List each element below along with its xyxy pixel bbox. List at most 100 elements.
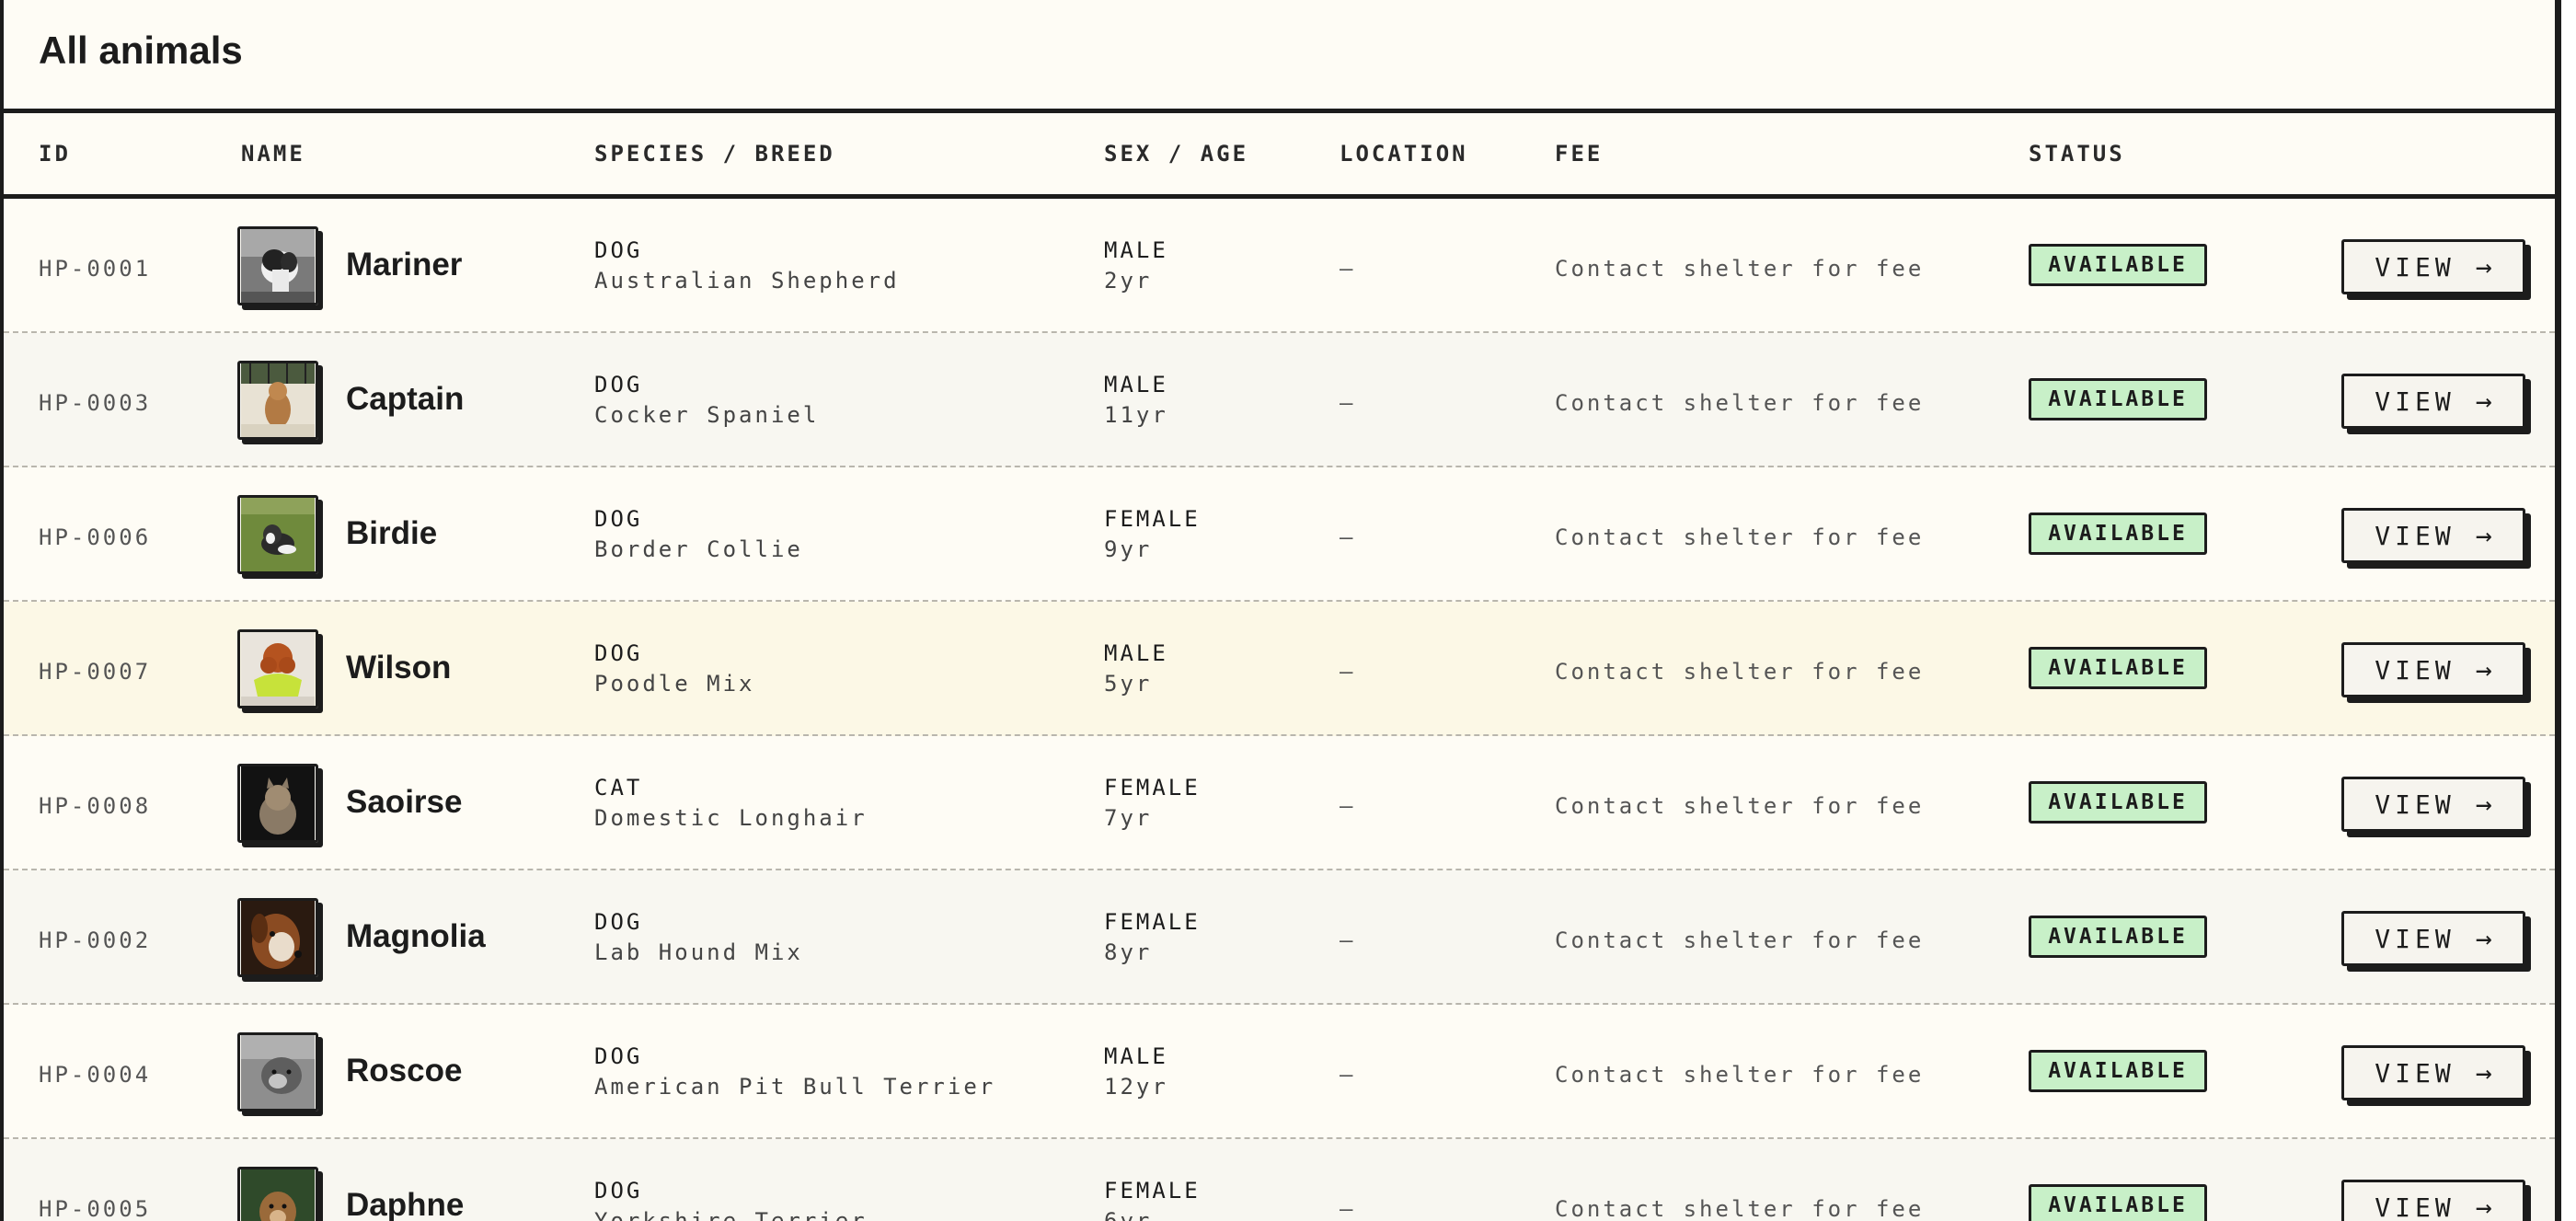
species-breed: DOG Border Collie bbox=[594, 504, 803, 565]
status-badge: AVAILABLE bbox=[2029, 244, 2207, 286]
breed: Australian Shepherd bbox=[594, 268, 900, 294]
animal-photo[interactable] bbox=[237, 629, 318, 708]
view-button-label: VIEW bbox=[2375, 789, 2455, 820]
view-button[interactable]: VIEW → bbox=[2341, 642, 2525, 697]
animal-photo[interactable] bbox=[237, 764, 318, 843]
animal-name[interactable]: Daphne bbox=[346, 1139, 464, 1221]
age: 6yr bbox=[1104, 1208, 1153, 1221]
breed: American Pit Bull Terrier bbox=[594, 1074, 996, 1100]
sex-age: MALE 2yr bbox=[1104, 236, 1168, 296]
status-badge: AVAILABLE bbox=[2029, 1050, 2207, 1092]
view-button-label: VIEW bbox=[2375, 923, 2455, 954]
animal-id: HP-0005 bbox=[39, 1196, 152, 1221]
arrow-right-icon: → bbox=[2475, 1191, 2492, 1221]
table-row[interactable]: HP-0003 Captain DOG Cocker Spaniel MALE … bbox=[4, 333, 2555, 467]
location: – bbox=[1340, 793, 1353, 819]
column-header-species: SPECIES / BREED bbox=[594, 141, 835, 167]
sex: MALE bbox=[1104, 372, 1168, 397]
column-header-name: NAME bbox=[241, 141, 305, 167]
age: 9yr bbox=[1104, 536, 1153, 562]
animal-photo[interactable] bbox=[237, 361, 318, 440]
sex: MALE bbox=[1104, 1043, 1168, 1069]
animal-photo[interactable] bbox=[237, 1032, 318, 1112]
breed: Yorkshire Terrier bbox=[594, 1208, 868, 1221]
animal-id: HP-0001 bbox=[39, 256, 152, 282]
view-button-label: VIEW bbox=[2375, 251, 2455, 282]
table-row[interactable]: HP-0001 Mariner DOG Australian Shepherd … bbox=[4, 199, 2555, 333]
animal-name[interactable]: Roscoe bbox=[346, 1005, 462, 1137]
animal-id: HP-0002 bbox=[39, 927, 152, 953]
view-button-label: VIEW bbox=[2375, 654, 2455, 685]
sex-age: MALE 12yr bbox=[1104, 1042, 1168, 1102]
page-title: All animals bbox=[39, 29, 243, 72]
view-button[interactable]: VIEW → bbox=[2341, 777, 2525, 832]
animal-photo[interactable] bbox=[237, 226, 318, 305]
species-breed: CAT Domestic Longhair bbox=[594, 773, 868, 834]
view-button[interactable]: VIEW → bbox=[2341, 1180, 2525, 1221]
animal-photo[interactable] bbox=[237, 1167, 318, 1221]
location: – bbox=[1340, 256, 1353, 282]
animal-id: HP-0008 bbox=[39, 793, 152, 819]
view-button[interactable]: VIEW → bbox=[2341, 1045, 2525, 1100]
location: – bbox=[1340, 1062, 1353, 1088]
sex: MALE bbox=[1104, 237, 1168, 263]
animal-name[interactable]: Captain bbox=[346, 333, 464, 466]
view-button-label: VIEW bbox=[2375, 1192, 2455, 1221]
view-button[interactable]: VIEW → bbox=[2341, 508, 2525, 563]
arrow-right-icon: → bbox=[2475, 1056, 2492, 1089]
sex-age: FEMALE 9yr bbox=[1104, 504, 1201, 565]
species-breed: DOG Australian Shepherd bbox=[594, 236, 900, 296]
species-breed: DOG Cocker Spaniel bbox=[594, 370, 819, 431]
view-button-label: VIEW bbox=[2375, 520, 2455, 551]
arrow-right-icon: → bbox=[2475, 519, 2492, 552]
fee: Contact shelter for fee bbox=[1555, 1062, 1925, 1088]
view-button[interactable]: VIEW → bbox=[2341, 374, 2525, 429]
location: – bbox=[1340, 659, 1353, 685]
species-breed: DOG American Pit Bull Terrier bbox=[594, 1042, 995, 1102]
animal-name[interactable]: Magnolia bbox=[346, 870, 486, 1003]
table-row[interactable]: HP-0008 Saoirse CAT Domestic Longhair FE… bbox=[4, 736, 2555, 870]
location: – bbox=[1340, 927, 1353, 953]
sex: FEMALE bbox=[1104, 506, 1201, 532]
panel-header: All animals bbox=[4, 0, 2555, 113]
arrow-right-icon: → bbox=[2475, 653, 2492, 686]
sex-age: FEMALE 6yr bbox=[1104, 1176, 1201, 1221]
animal-photo[interactable] bbox=[237, 898, 318, 977]
status-badge: AVAILABLE bbox=[2029, 378, 2207, 420]
animal-photo[interactable] bbox=[237, 495, 318, 574]
breed: Domestic Longhair bbox=[594, 805, 868, 831]
arrow-right-icon: → bbox=[2475, 385, 2492, 418]
sex-age: FEMALE 7yr bbox=[1104, 773, 1201, 834]
animal-name[interactable]: Birdie bbox=[346, 467, 437, 600]
age: 12yr bbox=[1104, 1074, 1168, 1100]
age: 11yr bbox=[1104, 402, 1168, 428]
arrow-right-icon: → bbox=[2475, 250, 2492, 283]
table-header: ID NAME SPECIES / BREED SEX / AGE LOCATI… bbox=[4, 113, 2555, 199]
animal-name[interactable]: Saoirse bbox=[346, 736, 462, 869]
fee: Contact shelter for fee bbox=[1555, 524, 1925, 550]
view-button[interactable]: VIEW → bbox=[2341, 239, 2525, 294]
breed: Poodle Mix bbox=[594, 671, 755, 697]
sex-age: MALE 11yr bbox=[1104, 370, 1168, 431]
animal-name[interactable]: Wilson bbox=[346, 602, 451, 734]
view-button-label: VIEW bbox=[2375, 386, 2455, 417]
age: 8yr bbox=[1104, 939, 1153, 965]
animal-name[interactable]: Mariner bbox=[346, 199, 462, 331]
arrow-right-icon: → bbox=[2475, 788, 2492, 821]
table-row[interactable]: HP-0006 Birdie DOG Border Collie FEMALE … bbox=[4, 467, 2555, 602]
view-button[interactable]: VIEW → bbox=[2341, 911, 2525, 966]
column-header-sex-age: SEX / AGE bbox=[1104, 141, 1249, 167]
sex-age: FEMALE 8yr bbox=[1104, 907, 1201, 968]
table-row[interactable]: HP-0004 Roscoe DOG American Pit Bull Ter… bbox=[4, 1005, 2555, 1139]
species: DOG bbox=[594, 1043, 643, 1069]
species: DOG bbox=[594, 1178, 643, 1204]
status-badge: AVAILABLE bbox=[2029, 513, 2207, 555]
table-row[interactable]: HP-0005 Daphne DOG Yorkshire Terrier FEM… bbox=[4, 1139, 2555, 1221]
age: 2yr bbox=[1104, 268, 1153, 294]
location: – bbox=[1340, 1196, 1353, 1221]
table-row[interactable]: HP-0007 Wilson DOG Poodle Mix MALE 5yr –… bbox=[4, 602, 2555, 736]
status-badge: AVAILABLE bbox=[2029, 647, 2207, 689]
animal-id: HP-0007 bbox=[39, 659, 152, 685]
table-row[interactable]: HP-0002 Magnolia DOG Lab Hound Mix FEMAL… bbox=[4, 870, 2555, 1005]
sex-age: MALE 5yr bbox=[1104, 639, 1168, 699]
